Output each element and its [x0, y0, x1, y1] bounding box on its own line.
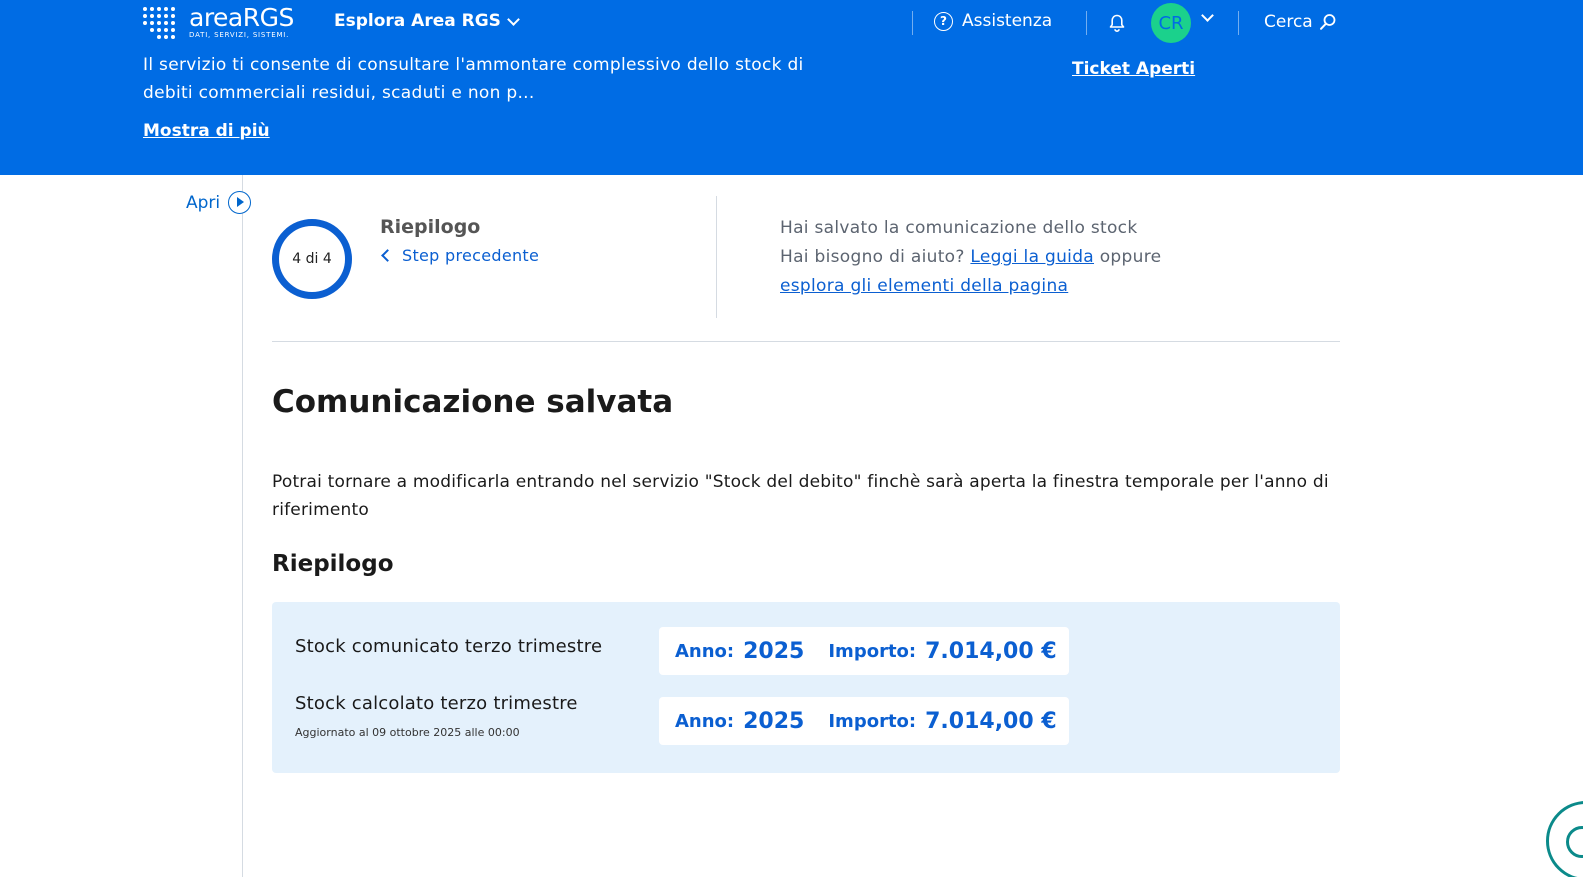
summary-title: Riepilogo: [272, 551, 394, 577]
area-rgs-logo[interactable]: areaRGS DATI, SERVIZI, SISTEMI.: [143, 5, 294, 39]
step-progress-label: 4 di 4: [292, 251, 332, 267]
bell-icon[interactable]: [1107, 13, 1127, 33]
year-value: 2025: [743, 638, 805, 664]
summary-row-label: Stock comunicato terzo trimestre: [295, 636, 603, 657]
sidebar-divider: [242, 175, 243, 877]
summary-box: Stock comunicato terzo trimestre Anno: 2…: [272, 602, 1340, 773]
chevron-down-icon[interactable]: [1201, 9, 1214, 22]
show-more-link[interactable]: Mostra di più: [143, 121, 270, 141]
assistance-label: Assistenza: [962, 11, 1053, 31]
amount-key: Importo:: [828, 710, 917, 732]
divider: [1086, 11, 1087, 35]
chevron-down-icon: [507, 12, 520, 26]
explore-menu-button[interactable]: Esplora Area RGS: [334, 11, 520, 31]
top-navbar: areaRGS DATI, SERVIZI, SISTEMI. Esplora …: [0, 0, 1583, 46]
search-icon: [1319, 14, 1336, 30]
summary-row-label: Stock calcolato terzo trimestre: [295, 693, 578, 714]
previous-step-button[interactable]: Step precedente: [380, 246, 539, 265]
year-key: Anno:: [675, 710, 735, 732]
chat-assistant-button[interactable]: [1546, 801, 1583, 877]
intro-text: Potrai tornare a modificarla entrando ne…: [272, 472, 1329, 520]
amount-key: Importo:: [828, 640, 917, 662]
help-panel: Hai salvato la comunicazione dello stock…: [780, 214, 1161, 301]
update-note: Aggiornato al 09 ottobre 2025 alle 00:00: [295, 726, 520, 739]
step-title: Riepilogo: [380, 216, 481, 238]
year-key: Anno:: [675, 640, 735, 662]
sidebar-toggle-label: Apri: [186, 192, 221, 213]
search-button[interactable]: Cerca: [1264, 12, 1337, 32]
service-description: Il servizio ti consente di consultare l'…: [143, 55, 804, 103]
chevron-left-icon: [381, 249, 394, 262]
summary-value-pill: Anno: 2025 Importo: 7.014,00 €: [659, 697, 1069, 745]
sidebar-toggle[interactable]: Apri: [186, 191, 252, 214]
logo-name: areaRGS: [189, 3, 294, 32]
divider: [1238, 11, 1239, 35]
previous-step-label: Step precedente: [402, 246, 540, 265]
saved-message: Hai salvato la comunicazione dello stock: [780, 218, 1138, 238]
user-avatar[interactable]: CR: [1151, 3, 1191, 43]
step-progress-ring: 4 di 4: [272, 219, 352, 299]
divider: [272, 341, 1340, 342]
need-help-text: Hai bisogno di aiuto?: [780, 247, 965, 267]
explore-page-elements-link[interactable]: esplora gli elementi della pagina: [780, 276, 1068, 296]
help-icon: ?: [934, 11, 953, 31]
divider: [716, 196, 717, 318]
summary-value-pill: Anno: 2025 Importo: 7.014,00 €: [659, 627, 1069, 675]
amount-value: 7.014,00 €: [925, 638, 1057, 664]
open-tickets-link[interactable]: Ticket Aperti: [1072, 59, 1195, 79]
assistance-button[interactable]: ? Assistenza: [934, 11, 1052, 31]
or-text: oppure: [1099, 247, 1162, 267]
divider: [912, 11, 913, 35]
year-value: 2025: [743, 708, 805, 734]
search-label: Cerca: [1264, 12, 1313, 32]
play-circle-icon: [228, 191, 252, 214]
logo-tagline: DATI, SERVIZI, SISTEMI.: [189, 31, 290, 39]
header: areaRGS DATI, SERVIZI, SISTEMI. Esplora …: [0, 0, 1583, 175]
amount-value: 7.014,00 €: [925, 708, 1057, 734]
page-title: Comunicazione salvata: [272, 384, 674, 420]
logo-dots-icon: [143, 7, 175, 39]
read-guide-link[interactable]: Leggi la guida: [970, 247, 1094, 267]
explore-menu-label: Esplora Area RGS: [334, 11, 501, 31]
